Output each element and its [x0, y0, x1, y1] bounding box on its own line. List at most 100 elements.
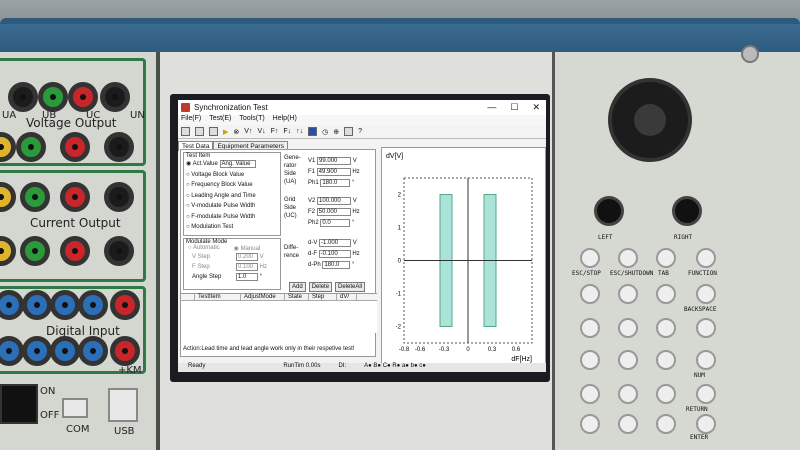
keypad-key[interactable] [618, 414, 638, 434]
ph2-input[interactable]: 0.0 [320, 219, 351, 227]
keypad-key[interactable] [696, 384, 716, 404]
jack-di-r[interactable] [78, 290, 108, 320]
keypad-key[interactable] [618, 318, 638, 338]
right-button[interactable] [672, 196, 702, 226]
mode-automatic[interactable]: ○ Automatic [188, 245, 220, 252]
jack-di-r2[interactable] [78, 336, 108, 366]
esc-shutdown-key[interactable] [618, 248, 638, 268]
option-act-value[interactable]: ◉ Act.Value Ang. Value [184, 159, 280, 170]
col-testitem[interactable]: TestItem [195, 294, 241, 300]
option-modulation-test[interactable]: ○ Modulation Test [184, 222, 280, 233]
keypad-key[interactable] [618, 284, 638, 304]
jack-ub-small[interactable] [16, 132, 46, 162]
jack-uc[interactable] [68, 82, 98, 112]
function-key[interactable] [696, 248, 716, 268]
keypad-key[interactable] [580, 350, 600, 370]
keypad-key[interactable] [618, 384, 638, 404]
minimize-button[interactable]: — [487, 102, 496, 113]
keypad-key[interactable] [656, 350, 676, 370]
keypad-key[interactable] [580, 284, 600, 304]
jack-di-c[interactable] [50, 290, 80, 320]
com-port[interactable] [62, 398, 88, 418]
menu-test[interactable]: Test(E) [209, 115, 231, 125]
f-step-input[interactable]: 0.100 [236, 263, 258, 271]
menu-tools[interactable]: Tools(T) [239, 115, 264, 125]
delete-button[interactable]: Delete [308, 282, 333, 292]
angle-value-dropdown[interactable]: Ang. Value [219, 160, 256, 168]
stop-icon[interactable]: ⊗ [233, 128, 239, 136]
keypad-key[interactable] [656, 284, 676, 304]
add-button[interactable]: Add [289, 282, 306, 292]
df-input[interactable]: -0.100 [318, 250, 351, 258]
jack-km[interactable] [110, 336, 140, 366]
delete-all-button[interactable]: DeleteAll [335, 282, 366, 292]
keypad-key[interactable] [656, 384, 676, 404]
mode-manual[interactable]: ◉ Manual [234, 245, 261, 252]
start-icon[interactable]: ▶ [223, 128, 228, 136]
trackball-knob[interactable] [608, 78, 692, 162]
jack-km-top[interactable] [110, 290, 140, 320]
v1-input[interactable]: 99.000 [317, 157, 352, 165]
jack-ub[interactable] [38, 82, 68, 112]
menu-file[interactable]: File(F) [181, 115, 201, 125]
jack-di-b[interactable] [22, 290, 52, 320]
option-voltage-block[interactable]: ○ Voltage Block Value [184, 170, 280, 181]
tool-v-down[interactable]: V↓ [257, 128, 265, 135]
col-state[interactable]: State [285, 294, 309, 300]
tool-step[interactable]: ↑↓ [296, 128, 303, 135]
jack-di-c2[interactable] [50, 336, 80, 366]
maximize-button[interactable]: ☐ [510, 102, 518, 113]
report-icon[interactable] [344, 127, 354, 136]
jack-di-b2[interactable] [22, 336, 52, 366]
option-leading-angle[interactable]: ○ Leading Angle and Time [184, 191, 280, 202]
keypad-key[interactable] [696, 414, 716, 434]
ph1-input[interactable]: 180.0 [320, 179, 351, 187]
f1-input[interactable]: 49.900 [316, 168, 351, 176]
keypad-key[interactable] [656, 318, 676, 338]
keypad-key[interactable] [696, 350, 716, 370]
angle-step-input[interactable]: 1.0 [236, 273, 258, 281]
dph-input[interactable]: 180.0 [322, 261, 351, 269]
v-step-input[interactable]: 0.200 [236, 253, 258, 261]
keypad-key[interactable] [580, 384, 600, 404]
print-icon[interactable] [209, 127, 218, 136]
col-dv[interactable]: dV/ [337, 294, 357, 300]
v2-input[interactable]: 100.000 [317, 197, 352, 205]
keypad-key[interactable] [696, 284, 716, 304]
col-step[interactable]: Step [309, 294, 337, 300]
jack-ib-small[interactable] [20, 236, 50, 266]
option-v-modulate[interactable]: ○ V-modulate Pulse Width [184, 201, 280, 212]
tool-v-up[interactable]: V↑ [244, 128, 252, 135]
jack-un-small[interactable] [104, 132, 134, 162]
jack-uc-small[interactable] [60, 132, 90, 162]
save-icon[interactable] [195, 127, 204, 136]
f2-input[interactable]: 50.000 [316, 208, 351, 216]
keypad-key[interactable] [618, 350, 638, 370]
keypad-key[interactable] [656, 414, 676, 434]
jack-un[interactable] [100, 82, 130, 112]
tool-f-down[interactable]: F↓ [283, 128, 291, 135]
power-switch[interactable] [0, 384, 38, 424]
col-adjustmode[interactable]: AdjustMode [241, 294, 285, 300]
option-f-modulate[interactable]: ○ F-modulate Pulse Width [184, 212, 280, 223]
option-frequency-block[interactable]: ○ Frequency Block Value [184, 180, 280, 191]
esc-stop-key[interactable] [580, 248, 600, 268]
monitor-icon[interactable] [308, 127, 318, 136]
zoom-icon[interactable]: ⊕ [333, 128, 339, 136]
menu-help[interactable]: Help(H) [273, 115, 297, 125]
jack-in[interactable] [104, 182, 134, 212]
help-icon[interactable]: ? [358, 128, 362, 135]
left-button[interactable] [594, 196, 624, 226]
clock-icon[interactable]: ◷ [322, 128, 328, 136]
tab-key[interactable] [656, 248, 676, 268]
usb-port[interactable] [108, 388, 138, 422]
tool-f-up[interactable]: F↑ [271, 128, 279, 135]
dv-input[interactable]: -1.000 [319, 239, 352, 247]
open-icon[interactable] [181, 127, 190, 136]
jack-ic-small[interactable] [60, 236, 90, 266]
jack-ua[interactable] [8, 82, 38, 112]
keypad-key[interactable] [696, 318, 716, 338]
close-button[interactable]: ✕ [532, 102, 540, 113]
jack-ib[interactable] [20, 182, 50, 212]
keypad-key[interactable] [580, 318, 600, 338]
